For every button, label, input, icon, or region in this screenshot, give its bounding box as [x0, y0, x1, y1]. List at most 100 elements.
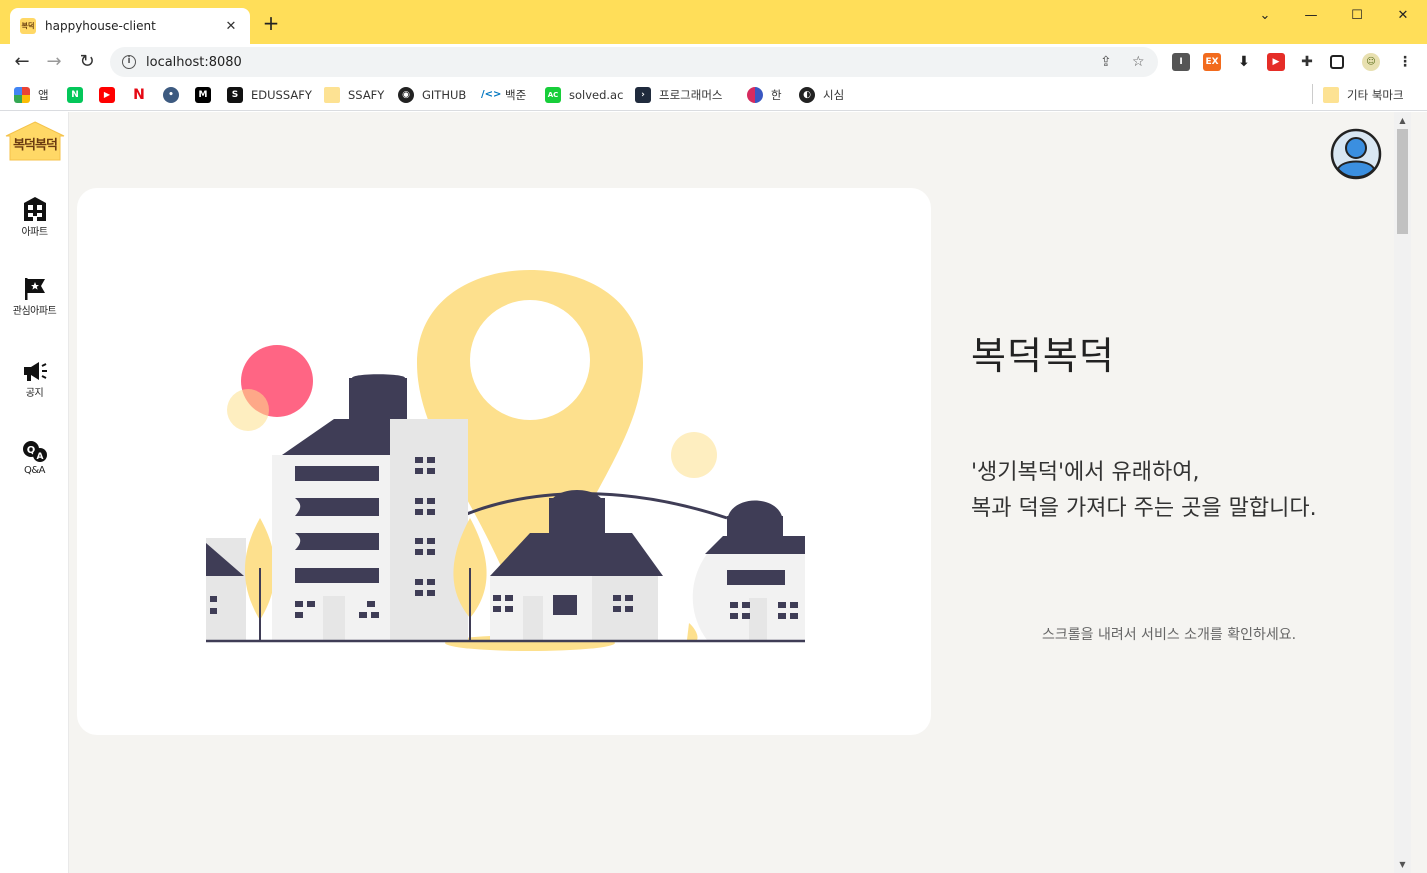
scroll-hint: 스크롤을 내려서 서비스 소개를 확인하세요. [1042, 627, 1297, 643]
bookmark-edussafy[interactable]: S EDUSSAFY [227, 85, 312, 105]
folder-icon [324, 87, 340, 103]
bookmark-naver[interactable]: N [67, 85, 91, 105]
browser-tab[interactable]: 복덕 happyhouse-client ✕ [10, 8, 250, 44]
folder-icon [1323, 87, 1339, 103]
bookmark-han[interactable]: 한 [747, 85, 782, 105]
baekjoon-icon: /<> [481, 87, 501, 103]
bookmark-apps[interactable]: 앱 [14, 85, 49, 105]
bookmark-other[interactable]: 기타 북마크 [1323, 85, 1404, 105]
bookmark-label: 프로그래머스 [659, 88, 723, 102]
forward-button[interactable]: → [42, 50, 66, 74]
city-illustration [206, 270, 805, 651]
bookmark-label: solved.ac [569, 88, 624, 102]
bookmark-separator [1312, 84, 1313, 104]
bookmark-github[interactable]: ◉ GITHUB [398, 85, 466, 105]
bookmark-label: GITHUB [422, 88, 467, 102]
hero-description-line: '생기복덕'에서 유래하여, [971, 460, 1200, 485]
bookmark-youtube[interactable]: ▶ [99, 85, 123, 105]
side-panel-icon[interactable] [1330, 55, 1344, 69]
bookmark-programmers[interactable]: › 프로그래머스 [635, 85, 722, 105]
user-avatar-icon [1330, 128, 1382, 180]
sidebar-item-notice[interactable]: 공지 [0, 359, 69, 399]
github-icon: ◉ [398, 87, 414, 103]
building-icon [23, 197, 46, 221]
logo-text: 복덕복덕 [13, 138, 58, 153]
sidebar-item-apartment[interactable]: 아파트 [0, 196, 69, 238]
solved-icon: AC [545, 87, 561, 103]
extension-ex-icon[interactable]: EX [1203, 53, 1221, 71]
download-icon[interactable]: ⬇ [1235, 53, 1253, 71]
hero-title: 복덕복덕 [971, 334, 1115, 378]
hero-description: '생기복덕'에서 유래하여, 복과 덕을 가져다 주는 곳을 말합니다. [971, 455, 1317, 527]
star-flag-icon [24, 278, 45, 300]
megaphone-icon [23, 362, 47, 381]
scroll-down-icon[interactable]: ▼ [1394, 856, 1411, 873]
han-icon [747, 87, 763, 103]
bookmark-site[interactable]: • [163, 85, 187, 105]
bookmark-baekjoon[interactable]: /<> 백준 [481, 85, 526, 105]
minimize-button[interactable]: — [1289, 5, 1333, 27]
bookmark-medium[interactable]: M [195, 85, 219, 105]
browser-titlebar: 복덕 happyhouse-client ✕ + ⌄ — ☐ ✕ [0, 0, 1427, 44]
tab-favicon-icon: 복덕 [20, 18, 36, 34]
programmers-icon: › [635, 87, 651, 103]
profile-avatar-icon[interactable]: ☺ [1362, 53, 1380, 71]
scroll-up-icon[interactable]: ▲ [1394, 112, 1411, 129]
bookmark-star-icon[interactable]: ☆ [1132, 54, 1145, 70]
tab-title: happyhouse-client [45, 19, 156, 33]
bookmark-label: 시심 [823, 88, 845, 102]
page-scrollbar[interactable]: ▲ ▼ [1394, 112, 1411, 873]
sidebar-item-favorites[interactable]: 관심아파트 [0, 277, 69, 317]
browser-toolbar: ← → ↻ i localhost:8080 ⇪ ☆ I EX ⬇ ▶ ✚ ☺ … [0, 44, 1427, 80]
naver-icon: N [67, 87, 83, 103]
extensions-puzzle-icon[interactable]: ✚ [1298, 53, 1316, 71]
medium-icon: M [195, 87, 211, 103]
bookmark-solved[interactable]: AC solved.ac [545, 85, 623, 105]
scrollbar-thumb[interactable] [1397, 129, 1408, 234]
apps-grid-icon [14, 87, 30, 103]
sidebar-item-label: 아파트 [21, 227, 48, 238]
globe-icon: ◐ [799, 87, 815, 103]
sidebar: 복덕복덕 아파트 관심아파트 공지 Q A Q&A [0, 112, 69, 873]
tab-search-icon[interactable]: ⌄ [1243, 5, 1287, 27]
bookmarks-bar: 앱 N ▶ N • M S EDUSSAFY SSAFY ◉ GITHUB /<… [0, 80, 1427, 111]
bookmark-label: 앱 [38, 88, 49, 102]
sidebar-item-qna[interactable]: Q A Q&A [0, 440, 69, 476]
sidebar-item-label: 공지 [25, 388, 44, 399]
extension-youtube-icon[interactable]: ▶ [1267, 53, 1285, 71]
hero-description-line: 복과 덕을 가져다 주는 곳을 말합니다. [971, 496, 1317, 521]
address-bar[interactable]: i localhost:8080 ⇪ ☆ [110, 47, 1158, 77]
menu-dots-icon[interactable]: ⋮ [1396, 53, 1414, 71]
close-window-button[interactable]: ✕ [1381, 5, 1425, 27]
maximize-button[interactable]: ☐ [1335, 5, 1379, 27]
new-tab-button[interactable]: + [260, 12, 282, 34]
logo[interactable]: 복덕복덕 [4, 120, 66, 162]
qna-icon: Q A [22, 441, 47, 462]
bookmark-label: SSAFY [348, 88, 385, 102]
profile-button[interactable] [1330, 128, 1382, 180]
url-text: localhost:8080 [146, 54, 242, 70]
sidebar-item-label: 관심아파트 [12, 306, 57, 317]
hero-image-card [77, 188, 931, 735]
page-viewport: 복덕복덕 아파트 관심아파트 공지 Q A Q&A 복덕복덕 '생기복덕'에서 … [0, 112, 1427, 873]
bookmark-sisim[interactable]: ◐ 시심 [799, 85, 844, 105]
bookmark-label: EDUSSAFY [251, 88, 312, 102]
edussafy-icon: S [227, 87, 243, 103]
site-info-icon[interactable]: i [122, 55, 136, 69]
back-button[interactable]: ← [10, 50, 34, 74]
svg-text:A: A [36, 452, 43, 462]
tab-close-icon[interactable]: ✕ [222, 19, 240, 34]
extension-i-icon[interactable]: I [1172, 53, 1190, 71]
bookmark-label: 한 [771, 88, 782, 102]
bookmark-ssafy[interactable]: SSAFY [324, 85, 384, 105]
bookmark-label: 백준 [505, 88, 527, 102]
site-icon: • [163, 87, 179, 103]
reload-button[interactable]: ↻ [75, 50, 99, 74]
bookmark-label: 기타 북마크 [1347, 88, 1404, 102]
netflix-icon: N [131, 87, 147, 103]
window-edge [1411, 112, 1427, 873]
youtube-icon: ▶ [99, 87, 115, 103]
sidebar-item-label: Q&A [23, 465, 46, 476]
bookmark-netflix[interactable]: N [131, 85, 155, 105]
share-icon[interactable]: ⇪ [1100, 54, 1112, 70]
